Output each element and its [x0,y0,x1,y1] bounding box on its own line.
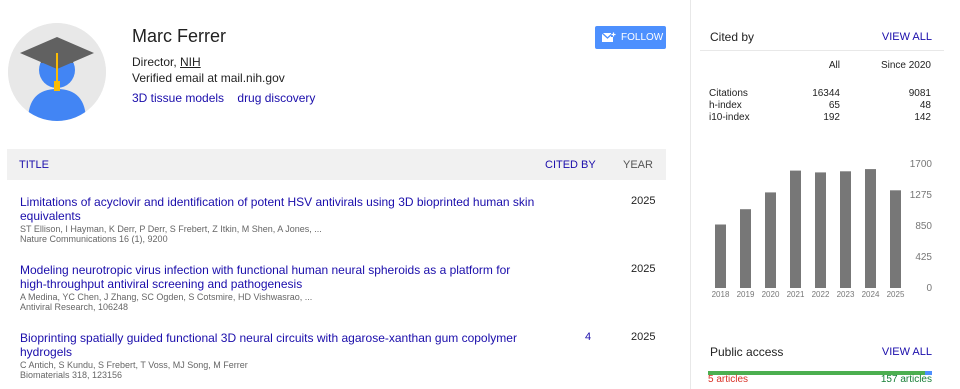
chart-x-tick-label: 2025 [887,290,905,299]
citations-per-year-chart: 2018 2019 2020 2021 2022 2023 2024 2025 0 425 850 1… [700,148,944,305]
chart-bar-2022[interactable] [815,172,826,288]
stats-row-citations: Citations 16344 9081 [708,88,932,100]
chart-x-tick-label: 2020 [762,290,780,299]
chart-x-tick-label: 2024 [862,290,880,299]
public-access-title: Public access [710,345,784,359]
sidebar-divider [690,0,691,389]
stats-label: h-index [709,100,742,111]
citations-bar-chart: 2018 2019 2020 2021 2022 2023 2024 2025 0 425 850 1… [712,159,933,299]
stats-label: Citations [709,88,748,99]
stats-label: i10-index [709,112,750,123]
publication-venue: Antiviral Research, 106248 [20,302,129,312]
stats-header-all: All [828,60,840,71]
publication-authors: C Antich, S Kundu, S Frebert, T Voss, MJ… [20,360,248,370]
not-available-articles-link[interactable]: 5 articles [708,374,748,385]
stats-since-value: 48 [919,100,931,111]
chart-x-tick-label: 2021 [787,290,805,299]
stats-row-i10-index: i10-index 192 142 [708,112,932,124]
interest-link-3d-tissue-models[interactable]: 3D tissue models [132,91,224,105]
chart-x-tick-label: 2023 [837,290,855,299]
chart-bar-2024[interactable] [865,169,876,288]
stats-all-value: 65 [828,100,840,111]
chart-bar-2019[interactable] [740,209,751,288]
public-access-view-all-link[interactable]: VIEW ALL [882,346,932,358]
chart-x-tick-label: 2018 [712,290,730,299]
publications-table-header: TITLE CITED BY YEAR [7,149,666,180]
stats-since-value: 9081 [908,88,931,99]
publication-venue: Biomaterials 318, 123156 [20,370,123,380]
publication-year: 2025 [631,195,656,207]
cited-by-title: Cited by [710,30,755,44]
profile-name: Marc Ferrer [132,26,226,46]
stats-header-row: All Since 2020 [708,60,932,72]
cited-by-view-all-link[interactable]: VIEW ALL [882,31,932,43]
sort-by-cited[interactable]: CITED BY [545,159,596,171]
follow-button[interactable]: FOLLOW [595,26,666,49]
table-row: Limitations of acyclovir and identificat… [20,195,666,244]
publication-title-link[interactable]: Limitations of acyclovir and identificat… [20,195,540,223]
publication-authors: ST Ellison, I Hayman, K Derr, P Derr, S … [20,224,322,234]
publication-venue: Nature Communications 16 (1), 9200 [20,234,168,244]
graduate-avatar-icon [8,23,106,121]
publication-title-link[interactable]: Bioprinting spatially guided functional … [20,331,540,359]
chart-x-tick-label: 2019 [737,290,755,299]
publication-year: 2025 [631,263,656,275]
publication-authors: A Medina, YC Chen, J Zhang, SC Ogden, S … [20,292,313,302]
profile-affiliation: Director, NIH [132,55,201,69]
publication-year: 2025 [631,331,656,343]
cited-by-count[interactable]: 4 [585,331,591,343]
mail-plus-icon [602,32,616,42]
interest-link-drug-discovery[interactable]: drug discovery [237,91,315,105]
stats-all-value: 16344 [812,88,840,99]
stats-since-value: 142 [914,112,931,123]
chart-bar-2023[interactable] [840,171,851,288]
affiliation-role: Director, [132,55,181,69]
chart-y-tick-label: 1275 [910,190,933,201]
chart-y-tick-label: 1700 [910,159,933,170]
stats-row-h-index: h-index 65 48 [708,100,932,112]
chart-bar-2025[interactable] [890,190,901,288]
stats-header-since: Since 2020 [880,60,931,71]
publication-title-link[interactable]: Modeling neurotropic virus infection wit… [20,263,540,291]
chart-y-tick-label: 425 [915,252,932,263]
institution-link[interactable]: NIH [180,55,201,69]
stats-all-value: 192 [823,112,840,123]
chart-x-tick-label: 2022 [812,290,830,299]
chart-y-tick-label: 850 [915,221,932,232]
avatar [8,23,106,121]
profile-email: Verified email at mail.nih.gov [132,71,285,85]
profile-interests: 3D tissue models drug discovery [132,91,325,105]
sort-by-year[interactable]: YEAR [623,159,653,171]
follow-label: FOLLOW [621,32,664,43]
table-row: Bioprinting spatially guided functional … [20,331,666,380]
table-row: Modeling neurotropic virus infection wit… [20,263,666,312]
chart-bar-2018[interactable] [715,224,726,289]
cited-by-divider [700,50,944,51]
chart-bar-2021[interactable] [790,170,801,288]
chart-y-tick-label: 0 [926,283,932,294]
chart-bar-2020[interactable] [765,192,776,288]
citation-stats-table: All Since 2020 Citations 16344 9081 h-in… [708,60,932,124]
sort-by-title[interactable]: TITLE [19,159,49,171]
available-articles-link[interactable]: 157 articles [881,374,932,385]
